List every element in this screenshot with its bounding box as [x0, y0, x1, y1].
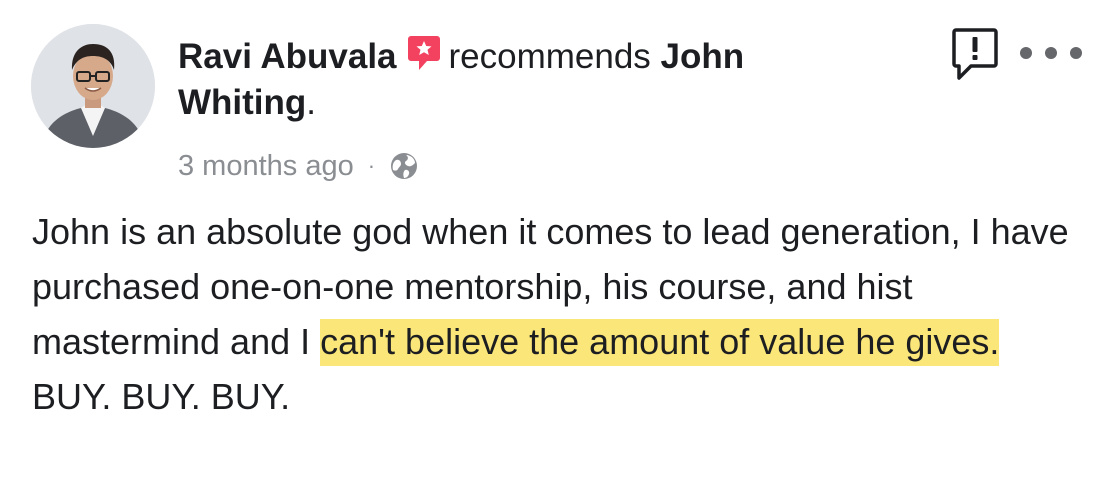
post-timestamp[interactable]: 3 months ago [178, 148, 354, 184]
recommendation-post: Ravi Abuvala recommends John Whiting. 3 … [0, 0, 1113, 491]
subject-first-name[interactable]: John [661, 37, 745, 76]
dot-icon [1045, 47, 1057, 59]
post-body: John is an absolute god when it comes to… [32, 204, 1082, 424]
globe-icon[interactable] [389, 151, 419, 181]
recommend-badge-icon [407, 34, 441, 72]
post-text-end: BUY. BUY. BUY. [32, 376, 291, 417]
author-avatar[interactable] [31, 24, 155, 148]
report-flag-icon[interactable] [951, 26, 999, 84]
more-dots-icon[interactable] [1020, 40, 1082, 66]
subject-last-name[interactable]: Whiting [178, 83, 306, 122]
author-name[interactable]: Ravi Abuvala [178, 37, 397, 76]
avatar-photo [31, 24, 155, 148]
subject-period: . [306, 83, 317, 122]
dot-icon [1070, 47, 1082, 59]
highlighted-text: can't believe the amount of value he giv… [320, 319, 1000, 366]
post-header: Ravi Abuvala recommends John Whiting. [178, 34, 918, 126]
action-text: recommends [448, 37, 651, 76]
dot-icon [1020, 47, 1032, 59]
meta-separator: · [367, 153, 376, 178]
post-meta: 3 months ago · [178, 148, 419, 184]
